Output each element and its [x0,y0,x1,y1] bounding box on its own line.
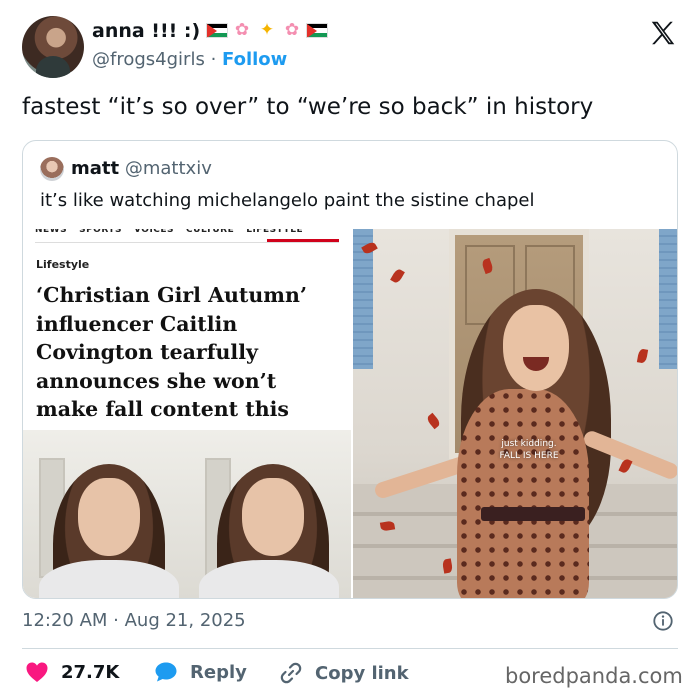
handle-separator: · [210,49,217,70]
window-shutter [659,229,677,369]
heart-icon [26,662,48,682]
follow-button[interactable]: Follow [222,49,287,70]
falling-leaf [425,412,442,430]
name-emojis: ✿ ✦ ✿ [206,20,328,40]
reply-bubble-icon [155,662,177,682]
quoted-author-avatar[interactable] [40,157,64,181]
palestine-flag-icon [206,23,228,38]
palestine-flag-icon [306,23,328,38]
article-photo [23,430,351,598]
sparkles-icon: ✦ [259,20,275,40]
falling-leaf [636,348,649,364]
quoted-tweet-card[interactable]: matt @mattxiv it’s like watching michela… [22,140,678,599]
author-handle-row: @frogs4girls · Follow [92,49,287,70]
tweet-text: fastest “it’s so over” to “we’re so back… [22,94,594,120]
quoted-handle: @mattxiv [124,158,212,179]
author-handle[interactable]: @frogs4girls [92,49,205,70]
copy-link-label: Copy link [315,662,409,684]
video-caption: just kidding. FALL IS HERE [483,438,575,462]
video-caption-line1: just kidding. [501,439,557,449]
article-headline: ‘Christian Girl Autumn’ influencer Caitl… [36,283,308,450]
author-display-name[interactable]: anna !!! :) [92,20,200,42]
nav-item-voices: VOICES [133,229,175,235]
falling-leaf [618,457,633,475]
boredpanda-watermark: boredpanda.com [505,664,683,688]
tweet-timestamp[interactable]: 12:20 AM · Aug 21, 2025 [22,610,246,631]
nav-item-sports: SPORTS [79,229,122,235]
reply-label: Reply [190,661,247,683]
copy-link-button[interactable]: Copy link [279,661,409,685]
quoted-author-line: matt @mattxiv [71,158,212,179]
nav-item-news: NEWS [35,229,68,235]
article-section-label: Lifestyle [36,258,90,271]
belt [481,507,585,521]
quoted-display-name[interactable]: matt [71,158,119,179]
photo-panel-talking [187,430,351,598]
like-button[interactable]: 27.7K [25,661,119,683]
photo-panel-crying [23,430,187,598]
author-avatar[interactable] [22,16,84,78]
woman-face [503,305,569,391]
cherry-blossom-icon: ✿ [234,20,250,40]
reply-button[interactable]: Reply [154,661,247,683]
link-icon [280,662,302,684]
x-logo-icon[interactable] [648,18,678,48]
video-caption-line2: FALL IS HERE [499,451,559,461]
like-count: 27.7K [61,661,120,683]
falling-leaf [390,267,405,285]
article-screenshot[interactable]: NEWS SPORTS VOICES CULTURE LIFESTYLE Lif… [23,229,351,598]
video-still[interactable]: just kidding. FALL IS HERE [353,229,677,598]
info-icon[interactable] [652,610,674,632]
quoted-tweet-text: it’s like watching michelangelo paint th… [40,190,535,211]
polka-dot-dress [457,389,589,598]
nav-item-culture: CULTURE [186,229,235,235]
nav-rule [35,242,339,243]
actions-divider [22,648,678,649]
cherry-blossom-icon: ✿ [284,20,300,40]
